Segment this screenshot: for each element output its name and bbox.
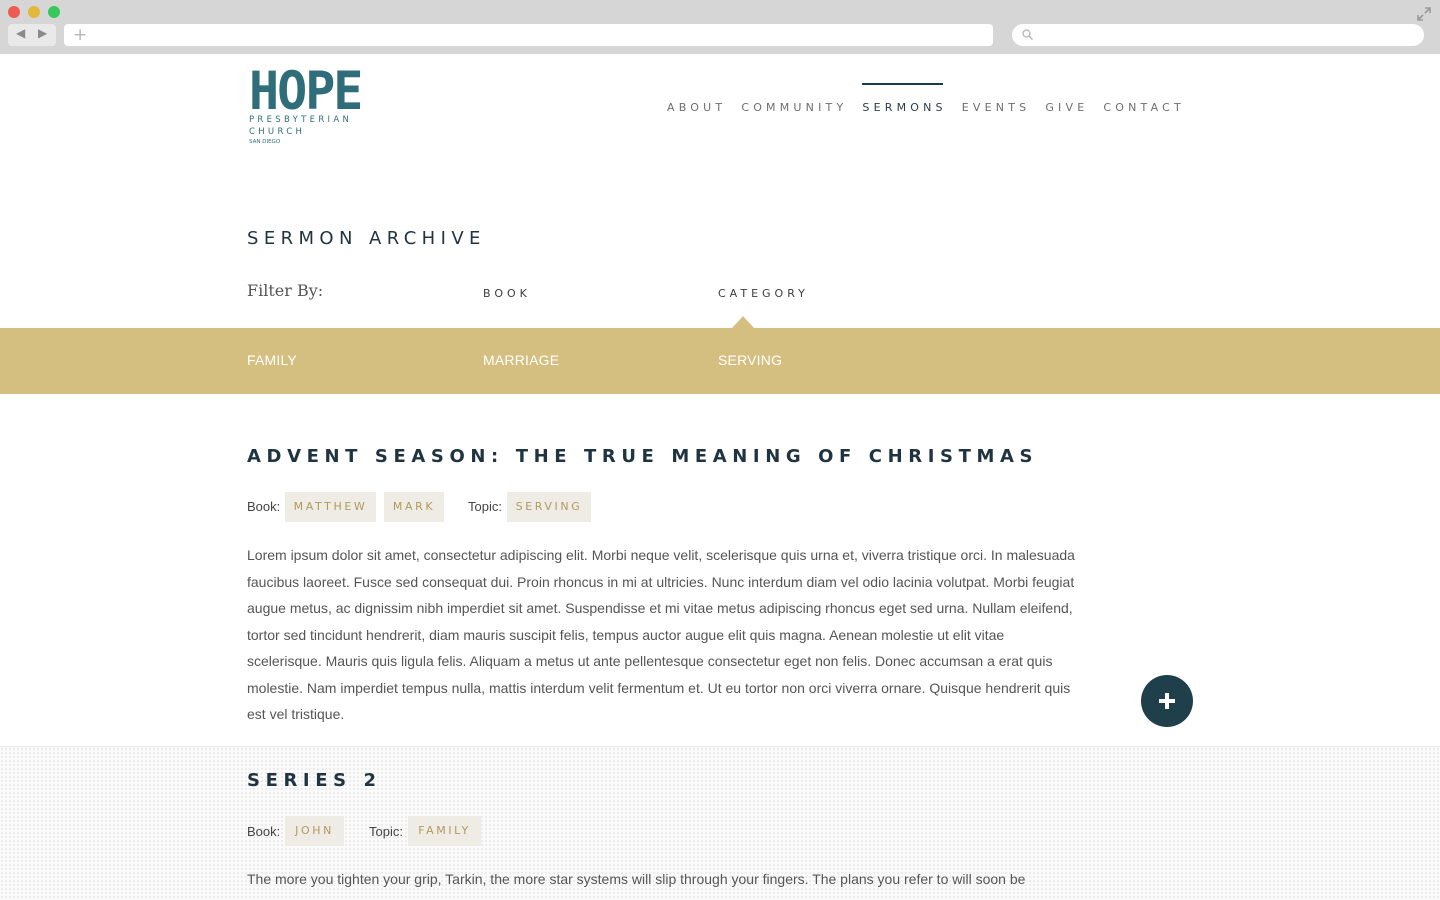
logo-line-city: SAN DIEGO: [249, 139, 281, 145]
browser-chrome: ◀ ▶ +: [0, 0, 1440, 54]
book-label: Book:: [247, 824, 281, 839]
fullscreen-icon[interactable]: [1416, 6, 1432, 22]
nav-item-community[interactable]: COMMUNITY: [741, 101, 847, 115]
minimize-window-icon[interactable]: [28, 6, 40, 18]
browser-search-field[interactable]: [1012, 24, 1424, 46]
book-tag-mark[interactable]: MARK: [384, 492, 444, 522]
search-icon: [1022, 29, 1033, 40]
active-tab-indicator: [732, 316, 754, 328]
topic-tag-serving[interactable]: SERVING: [507, 492, 591, 522]
filter-tab-book[interactable]: BOOK: [483, 287, 531, 300]
address-bar[interactable]: +: [64, 24, 993, 46]
back-arrow-icon[interactable]: ◀: [16, 26, 25, 40]
page-title: SERMON ARCHIVE: [247, 228, 486, 249]
book-tag-matthew[interactable]: MATTHEW: [285, 492, 376, 522]
filter-label: Filter By:: [247, 281, 324, 300]
new-tab-plus-icon[interactable]: +: [73, 24, 87, 46]
category-serving[interactable]: SERVING: [718, 352, 782, 368]
topic-label: Topic:: [369, 824, 403, 839]
book-tag-john[interactable]: JOHN: [285, 816, 344, 846]
topic-tag-family[interactable]: FAMILY: [408, 816, 481, 846]
expand-plus-button[interactable]: [1141, 675, 1193, 727]
nav-item-sermons[interactable]: SERMONS: [862, 83, 946, 115]
forward-arrow-icon[interactable]: ▶: [38, 26, 47, 40]
sermon-description: The more you tighten your grip, Tarkin, …: [247, 871, 1026, 887]
category-marriage[interactable]: MARRIAGE: [483, 352, 559, 368]
filter-tab-category[interactable]: CATEGORY: [718, 287, 809, 300]
main-navigation: ABOUT COMMUNITY SERMONS EVENTS GIVE CONT…: [667, 83, 1200, 115]
nav-item-contact[interactable]: CONTACT: [1103, 101, 1185, 115]
church-logo[interactable]: HOPE PRESBYTERIAN CHURCH SAN DIEGO: [249, 60, 369, 150]
category-family[interactable]: FAMILY: [247, 352, 297, 368]
logo-wordmark: HOPE: [249, 60, 363, 122]
nav-item-about[interactable]: ABOUT: [667, 101, 726, 115]
nav-item-events[interactable]: EVENTS: [962, 101, 1031, 115]
sermon-title[interactable]: SERIES 2: [247, 770, 382, 791]
nav-item-give[interactable]: GIVE: [1045, 101, 1088, 115]
logo-line-church: CHURCH: [249, 127, 306, 137]
sermon-description: Lorem ipsum dolor sit amet, consectetur …: [247, 547, 1075, 722]
close-window-icon[interactable]: [8, 6, 20, 18]
maximize-window-icon[interactable]: [48, 6, 60, 18]
history-buttons: ◀ ▶: [8, 24, 56, 46]
book-label: Book:: [247, 499, 281, 514]
topic-label: Topic:: [468, 499, 502, 514]
sermon-title[interactable]: ADVENT SEASON: THE TRUE MEANING OF CHRIS…: [247, 446, 1038, 467]
